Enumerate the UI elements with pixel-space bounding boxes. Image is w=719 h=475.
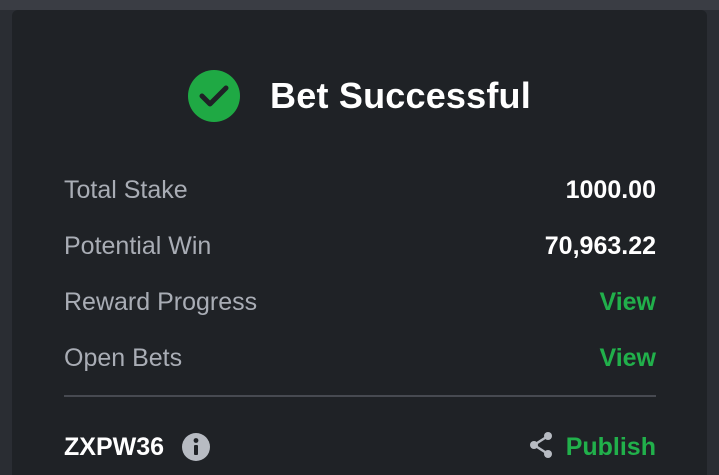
potential-win-label: Potential Win bbox=[64, 231, 212, 260]
total-stake-value: 1000.00 bbox=[565, 175, 656, 204]
bet-confirmation-dialog: Bet Successful Total Stake 1000.00 Poten… bbox=[12, 10, 707, 475]
divider bbox=[64, 395, 656, 397]
total-stake-label: Total Stake bbox=[64, 175, 188, 204]
booking-code-group: ZXPW36 bbox=[64, 432, 211, 462]
dialog-footer: ZXPW36 Publish bbox=[64, 422, 656, 472]
info-icon[interactable] bbox=[182, 433, 211, 461]
reward-progress-view-link[interactable]: View bbox=[599, 288, 656, 317]
window-top-bar bbox=[0, 0, 719, 10]
check-circle-icon bbox=[188, 70, 241, 122]
reward-progress-label: Reward Progress bbox=[64, 287, 258, 316]
open-bets-view-link[interactable]: View bbox=[599, 344, 656, 373]
summary-row-open-bets: Open Bets View bbox=[64, 330, 656, 386]
summary-row-potential-win: Potential Win 70,963.22 bbox=[64, 218, 656, 274]
publish-button[interactable]: Publish bbox=[526, 430, 656, 465]
dialog-title: Bet Successful bbox=[270, 75, 531, 116]
summary-row-total-stake: Total Stake 1000.00 bbox=[64, 162, 656, 218]
bet-summary: Total Stake 1000.00 Potential Win 70,963… bbox=[64, 162, 656, 386]
summary-row-reward-progress: Reward Progress View bbox=[64, 274, 656, 330]
publish-label: Publish bbox=[565, 432, 656, 461]
potential-win-value: 70,963.22 bbox=[544, 231, 656, 260]
dialog-header: Bet Successful bbox=[12, 68, 707, 124]
booking-code: ZXPW36 bbox=[64, 432, 165, 461]
open-bets-label: Open Bets bbox=[64, 343, 183, 372]
share-icon bbox=[526, 430, 566, 465]
